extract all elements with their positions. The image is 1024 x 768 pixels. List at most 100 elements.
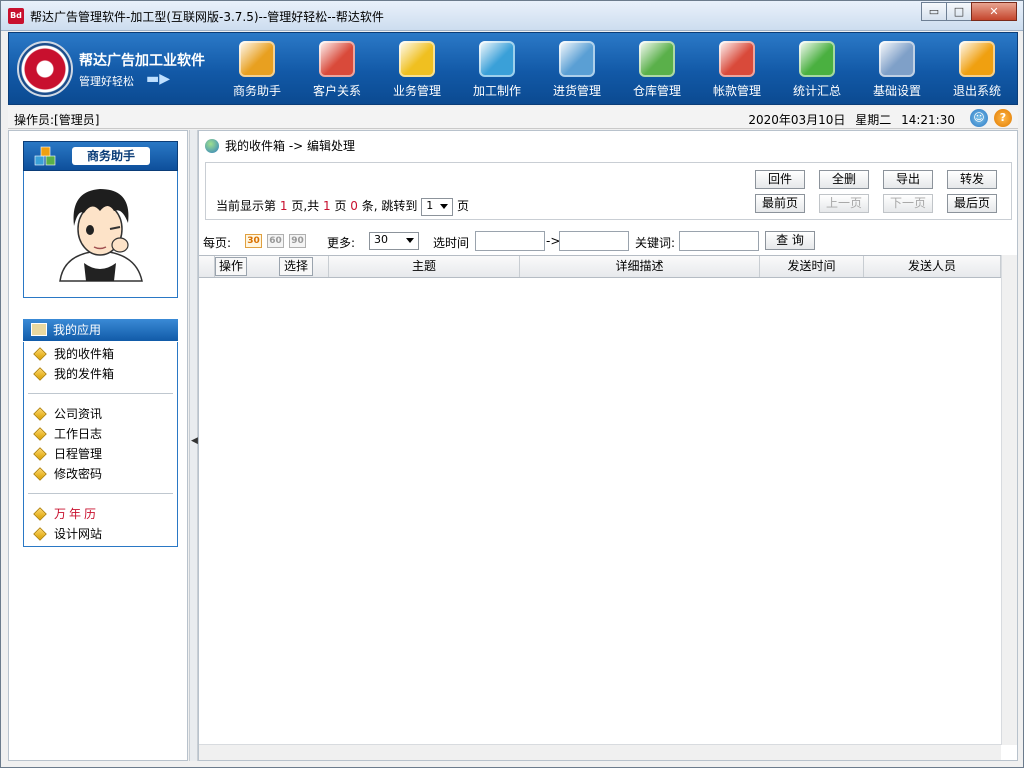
per-page-label: 每页: <box>203 236 232 250</box>
maximize-button[interactable]: □ <box>946 2 972 21</box>
jump-page-value: 1 <box>426 198 434 212</box>
filter-bar: 每页: 30 60 90 更多: 30 选时间 -> 关键词: 查 询 <box>203 231 1013 253</box>
cube-bullet-icon <box>33 367 47 381</box>
keyword-label: 关键词: <box>635 236 676 250</box>
title-bar: Bd 帮达广告管理软件-加工型(互联网版-3.7.5)--管理好轻松--帮达软件… <box>1 1 1023 31</box>
my-apps-header[interactable]: 我的应用 <box>23 319 178 341</box>
per-page-60[interactable]: 60 <box>267 234 284 248</box>
support-icon[interactable]: ☺ <box>970 109 988 127</box>
toolbar-button-3[interactable]: 业务管理 <box>377 39 457 103</box>
menu-item-change-password[interactable]: 修改密码 <box>54 465 102 482</box>
first-page-button[interactable]: 最前页 <box>755 194 805 213</box>
assistant-card-header: 商务助手 <box>23 141 178 171</box>
col-sender[interactable]: 发送人员 <box>864 256 1001 277</box>
toolbar-button-label: 基础设置 <box>872 84 921 98</box>
per-page-30[interactable]: 30 <box>245 234 262 248</box>
my-apps-menu: 我的收件箱 我的发件箱 公司资讯 工作日志 日程管理 修改密码 万年历 设计网站 <box>23 342 178 547</box>
sidebar-splitter[interactable]: ◀ <box>189 130 198 761</box>
operator-label: 操作员:[管理员] <box>14 113 100 127</box>
toolbar-button-label: 客户关系 <box>312 84 361 98</box>
cube-bullet-icon <box>33 467 47 481</box>
brand-title: 帮达广告加工业软件 <box>79 53 205 69</box>
last-page-button[interactable]: 最后页 <box>947 194 997 213</box>
per-page-90[interactable]: 90 <box>289 234 306 248</box>
forward-button[interactable]: 转发 <box>947 170 997 189</box>
prev-page-button[interactable]: 上一页 <box>819 194 869 213</box>
arrow-icon: ▬▶ <box>146 71 170 87</box>
toolbar-button-10[interactable]: 退出系统 <box>937 39 1017 103</box>
main-toolbar: 帮达广告加工业软件 管理好轻松 ▬▶ 商务助手 客户关系 业务管理 加工制作 进货管理 仓… <box>8 32 1018 105</box>
chevron-down-icon <box>406 238 414 243</box>
help-icon[interactable]: ? <box>994 109 1012 127</box>
notepad-icon <box>559 41 595 77</box>
menu-item-calendar[interactable]: 万年历 <box>54 505 99 522</box>
delete-all-button[interactable]: 全删 <box>819 170 869 189</box>
toolbar-button-9[interactable]: 基础设置 <box>857 39 937 103</box>
horizontal-scrollbar[interactable] <box>199 744 1001 760</box>
chevron-down-icon <box>440 203 449 209</box>
col-subject[interactable]: 主题 <box>328 256 520 277</box>
toolbar-button-label: 商务助手 <box>232 84 281 98</box>
cube-bullet-icon <box>33 427 47 441</box>
menu-item-inbox[interactable]: 我的收件箱 <box>54 345 114 362</box>
toolbar-button-5[interactable]: 进货管理 <box>537 39 617 103</box>
next-page-button[interactable]: 下一页 <box>883 194 933 213</box>
pager-panel: 回件 全删 导出 转发 最前页 上一页 下一页 最后页 当前显示第 1 页,共 … <box>205 162 1012 220</box>
cube-bullet-icon <box>33 407 47 421</box>
table-header: 操作 选择 主题 详细描述 发送时间 发送人员 <box>199 255 1001 278</box>
col-action[interactable]: 操作 <box>215 257 247 276</box>
pen-check-icon <box>239 41 275 77</box>
assistant-avatar-panel <box>23 171 178 298</box>
menu-item-outbox[interactable]: 我的发件箱 <box>54 365 114 382</box>
my-apps-title: 我的应用 <box>53 323 102 337</box>
toolbar-button-2[interactable]: 客户关系 <box>297 39 377 103</box>
date-text: 2020年03月10日 <box>748 113 846 127</box>
cube-bullet-icon <box>33 527 47 541</box>
main-content: 我的收件箱 -> 编辑处理 回件 全删 导出 转发 最前页 上一页 下一页 最后… <box>198 130 1018 761</box>
col-select[interactable]: 选择 <box>279 257 313 276</box>
vertical-scrollbar[interactable] <box>1001 255 1017 745</box>
toolbar-button-8[interactable]: 统计汇总 <box>777 39 857 103</box>
toolbar-button-label: 加工制作 <box>472 84 521 98</box>
menu-item-design-website[interactable]: 设计网站 <box>54 525 102 542</box>
col-send-time[interactable]: 发送时间 <box>760 256 864 277</box>
end-date-input[interactable] <box>559 231 629 251</box>
toolbar-button-7[interactable]: 帐款管理 <box>697 39 777 103</box>
exchange-icon <box>719 41 755 77</box>
toolbar-button-label: 统计汇总 <box>792 84 841 98</box>
pager-prefix: 当前显示第 <box>216 199 277 213</box>
toolbar-button-label: 业务管理 <box>392 84 441 98</box>
globe-icon <box>205 139 219 153</box>
toolbar-button-label: 仓库管理 <box>632 84 681 98</box>
keyword-input[interactable] <box>679 231 759 251</box>
reply-button[interactable]: 回件 <box>755 170 805 189</box>
minimize-button[interactable]: ▭ <box>921 2 947 21</box>
menu-item-schedule[interactable]: 日程管理 <box>54 445 102 462</box>
export-button[interactable]: 导出 <box>883 170 933 189</box>
time-label: 选时间 <box>433 236 470 250</box>
toolbar-button-6[interactable]: 仓库管理 <box>617 39 697 103</box>
folder-icon <box>31 323 47 336</box>
exit-person-icon <box>959 41 995 77</box>
pager-text: 页 <box>334 199 347 213</box>
toolbar-button-1[interactable]: 商务助手 <box>217 39 297 103</box>
jump-page-select[interactable]: 1 <box>421 197 454 216</box>
more-select[interactable]: 30 <box>369 232 419 250</box>
settings-doc-icon <box>879 41 915 77</box>
app-window: Bd 帮达广告管理软件-加工型(互联网版-3.7.5)--管理好轻松--帮达软件… <box>0 0 1024 768</box>
toolbar-button-label: 退出系统 <box>952 84 1001 98</box>
cartoon-assistant-avatar <box>59 189 143 282</box>
toolbar-button-4[interactable]: 加工制作 <box>457 39 537 103</box>
cube-bullet-icon <box>33 507 47 521</box>
start-date-input[interactable] <box>475 231 545 251</box>
menu-item-work-log[interactable]: 工作日志 <box>54 425 102 442</box>
warehouse-icon <box>639 41 675 77</box>
window-controls: ▭ □ ✕ <box>921 2 1017 21</box>
query-button[interactable]: 查 询 <box>765 231 815 250</box>
close-button[interactable]: ✕ <box>971 2 1017 21</box>
header-spacer <box>249 256 265 277</box>
page-info: 当前显示第 1 页,共 1 页 0 条, 跳转到 1 页 <box>216 197 469 216</box>
col-description[interactable]: 详细描述 <box>520 256 760 277</box>
menu-item-company-news[interactable]: 公司资讯 <box>54 405 102 422</box>
chart-icon <box>799 41 835 77</box>
